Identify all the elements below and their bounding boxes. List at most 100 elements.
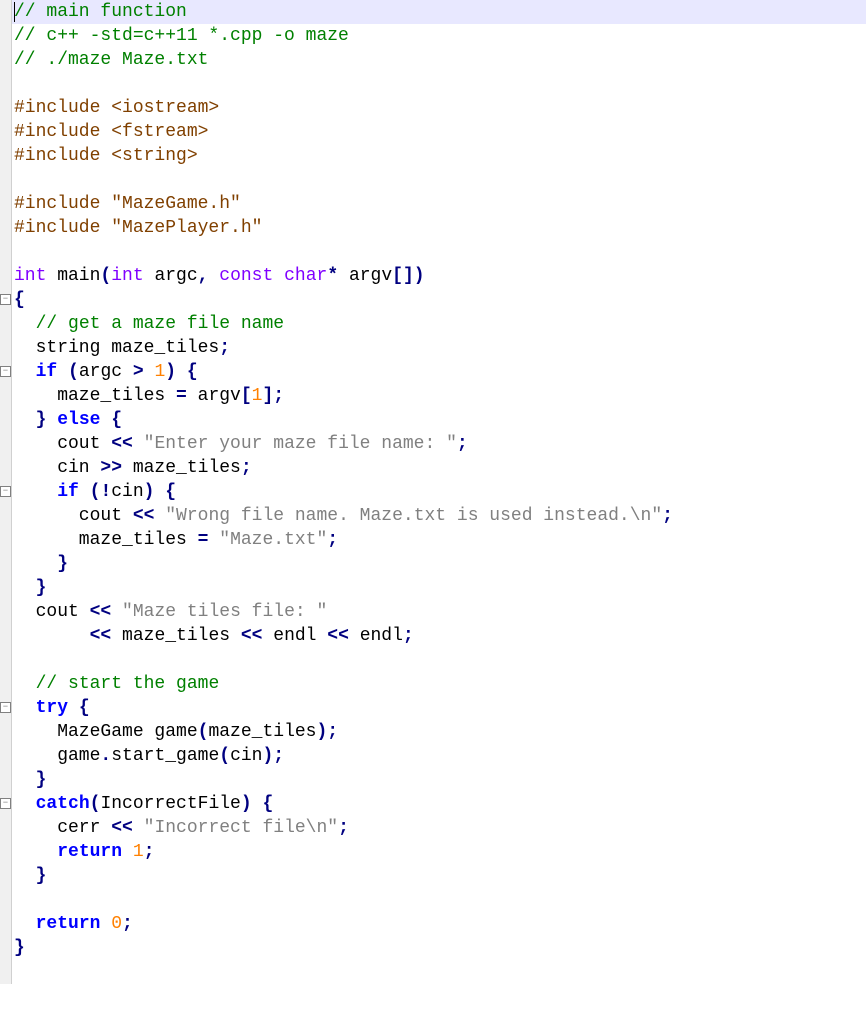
code-line[interactable]: maze_tiles = "Maze.txt"; [12,528,866,552]
token-ident [14,866,36,886]
code-line[interactable]: game.start_game(cin); [12,744,866,768]
code-line[interactable]: #include <fstream> [12,120,866,144]
token-ident: cin [230,746,262,766]
token-op: > [133,362,144,382]
code-line[interactable]: cin >> maze_tiles; [12,456,866,480]
token-ident [154,506,165,526]
code-line[interactable]: } [12,768,866,792]
code-line[interactable]: } [12,552,866,576]
token-preproc: #include "MazeGame.h" [14,194,241,214]
token-op: (! [90,482,112,502]
token-op: << [327,626,349,646]
code-line[interactable]: maze_tiles = argv[1]; [12,384,866,408]
token-op: = [198,530,209,550]
token-op: << [133,506,155,526]
token-op: << [241,626,263,646]
token-ident [14,914,36,934]
fold-toggle-icon[interactable]: − [0,798,11,809]
code-line[interactable]: // get a maze file name [12,312,866,336]
token-ident [14,578,36,598]
code-line[interactable]: MazeGame game(maze_tiles); [12,720,866,744]
code-line[interactable]: } [12,864,866,888]
token-number: 1 [154,362,165,382]
code-line[interactable]: if (!cin) { [12,480,866,504]
token-ident [252,794,263,814]
token-ident: cerr [14,818,111,838]
token-ident: argv [187,386,241,406]
code-line[interactable]: cout << "Maze tiles file: " [12,600,866,624]
code-line[interactable]: return 0; [12,912,866,936]
token-ident [122,842,133,862]
token-ident [14,794,36,814]
token-ident: maze_tiles [14,386,176,406]
code-line[interactable]: catch(IncorrectFile) { [12,792,866,816]
code-line[interactable]: cerr << "Incorrect file\n"; [12,816,866,840]
token-op: } [14,938,25,958]
token-op: } [36,578,47,598]
token-ident [79,482,90,502]
token-ident: maze_tiles [208,722,316,742]
token-op: ; [241,458,252,478]
code-line[interactable]: return 1; [12,840,866,864]
token-op: { [79,698,90,718]
token-ident [111,602,122,622]
token-ident [133,818,144,838]
fold-toggle-icon[interactable]: − [0,486,11,497]
token-ident [273,266,284,286]
code-line[interactable]: string maze_tiles; [12,336,866,360]
token-ident: argv [338,266,392,286]
token-ident [14,626,90,646]
token-string: "Enter your maze file name: " [144,434,457,454]
code-line[interactable] [12,72,866,96]
code-line[interactable] [12,168,866,192]
code-line[interactable]: } [12,576,866,600]
code-line[interactable]: try { [12,696,866,720]
code-line[interactable]: #include "MazeGame.h" [12,192,866,216]
token-ident [14,362,36,382]
fold-toggle-icon[interactable]: − [0,294,11,305]
fold-toggle-icon[interactable]: − [0,702,11,713]
code-line[interactable] [12,960,866,984]
code-line[interactable] [12,240,866,264]
code-line[interactable]: cout << "Enter your maze file name: "; [12,432,866,456]
token-op: * [327,266,338,286]
code-line[interactable]: // ./maze Maze.txt [12,48,866,72]
token-op: << [90,626,112,646]
code-line[interactable]: cout << "Wrong file name. Maze.txt is us… [12,504,866,528]
code-editor[interactable]: // main function// c++ -std=c++11 *.cpp … [12,0,866,984]
token-ident: argc [79,362,133,382]
token-preproc: #include <string> [14,146,198,166]
code-line[interactable]: } else { [12,408,866,432]
code-line[interactable]: // c++ -std=c++11 *.cpp -o maze [12,24,866,48]
token-op: } [36,866,47,886]
code-line[interactable]: // start the game [12,672,866,696]
code-line[interactable]: } [12,936,866,960]
code-line[interactable]: if (argc > 1) { [12,360,866,384]
token-op: ( [219,746,230,766]
code-line[interactable] [12,888,866,912]
token-string: "Maze.txt" [219,530,327,550]
token-op: ; [403,626,414,646]
token-ident: maze_tiles [122,458,241,478]
code-line[interactable]: int main(int argc, const char* argv[]) [12,264,866,288]
token-op: . [100,746,111,766]
code-line[interactable]: #include <iostream> [12,96,866,120]
token-op: >> [100,458,122,478]
token-op: << [111,818,133,838]
code-line[interactable]: #include <string> [12,144,866,168]
token-ident: cin [14,458,100,478]
token-ident: cout [14,602,90,622]
token-ident [14,482,57,502]
fold-toggle-icon[interactable]: − [0,366,11,377]
code-line[interactable] [12,648,866,672]
token-ident: cin [111,482,143,502]
code-line[interactable]: #include "MazePlayer.h" [12,216,866,240]
token-op: << [111,434,133,454]
code-line[interactable]: << maze_tiles << endl << endl; [12,624,866,648]
code-line[interactable]: // main function [12,0,866,24]
token-op: { [263,794,274,814]
token-op: ; [327,530,338,550]
token-op: ( [198,722,209,742]
token-ident: game [14,746,100,766]
code-line[interactable]: { [12,288,866,312]
